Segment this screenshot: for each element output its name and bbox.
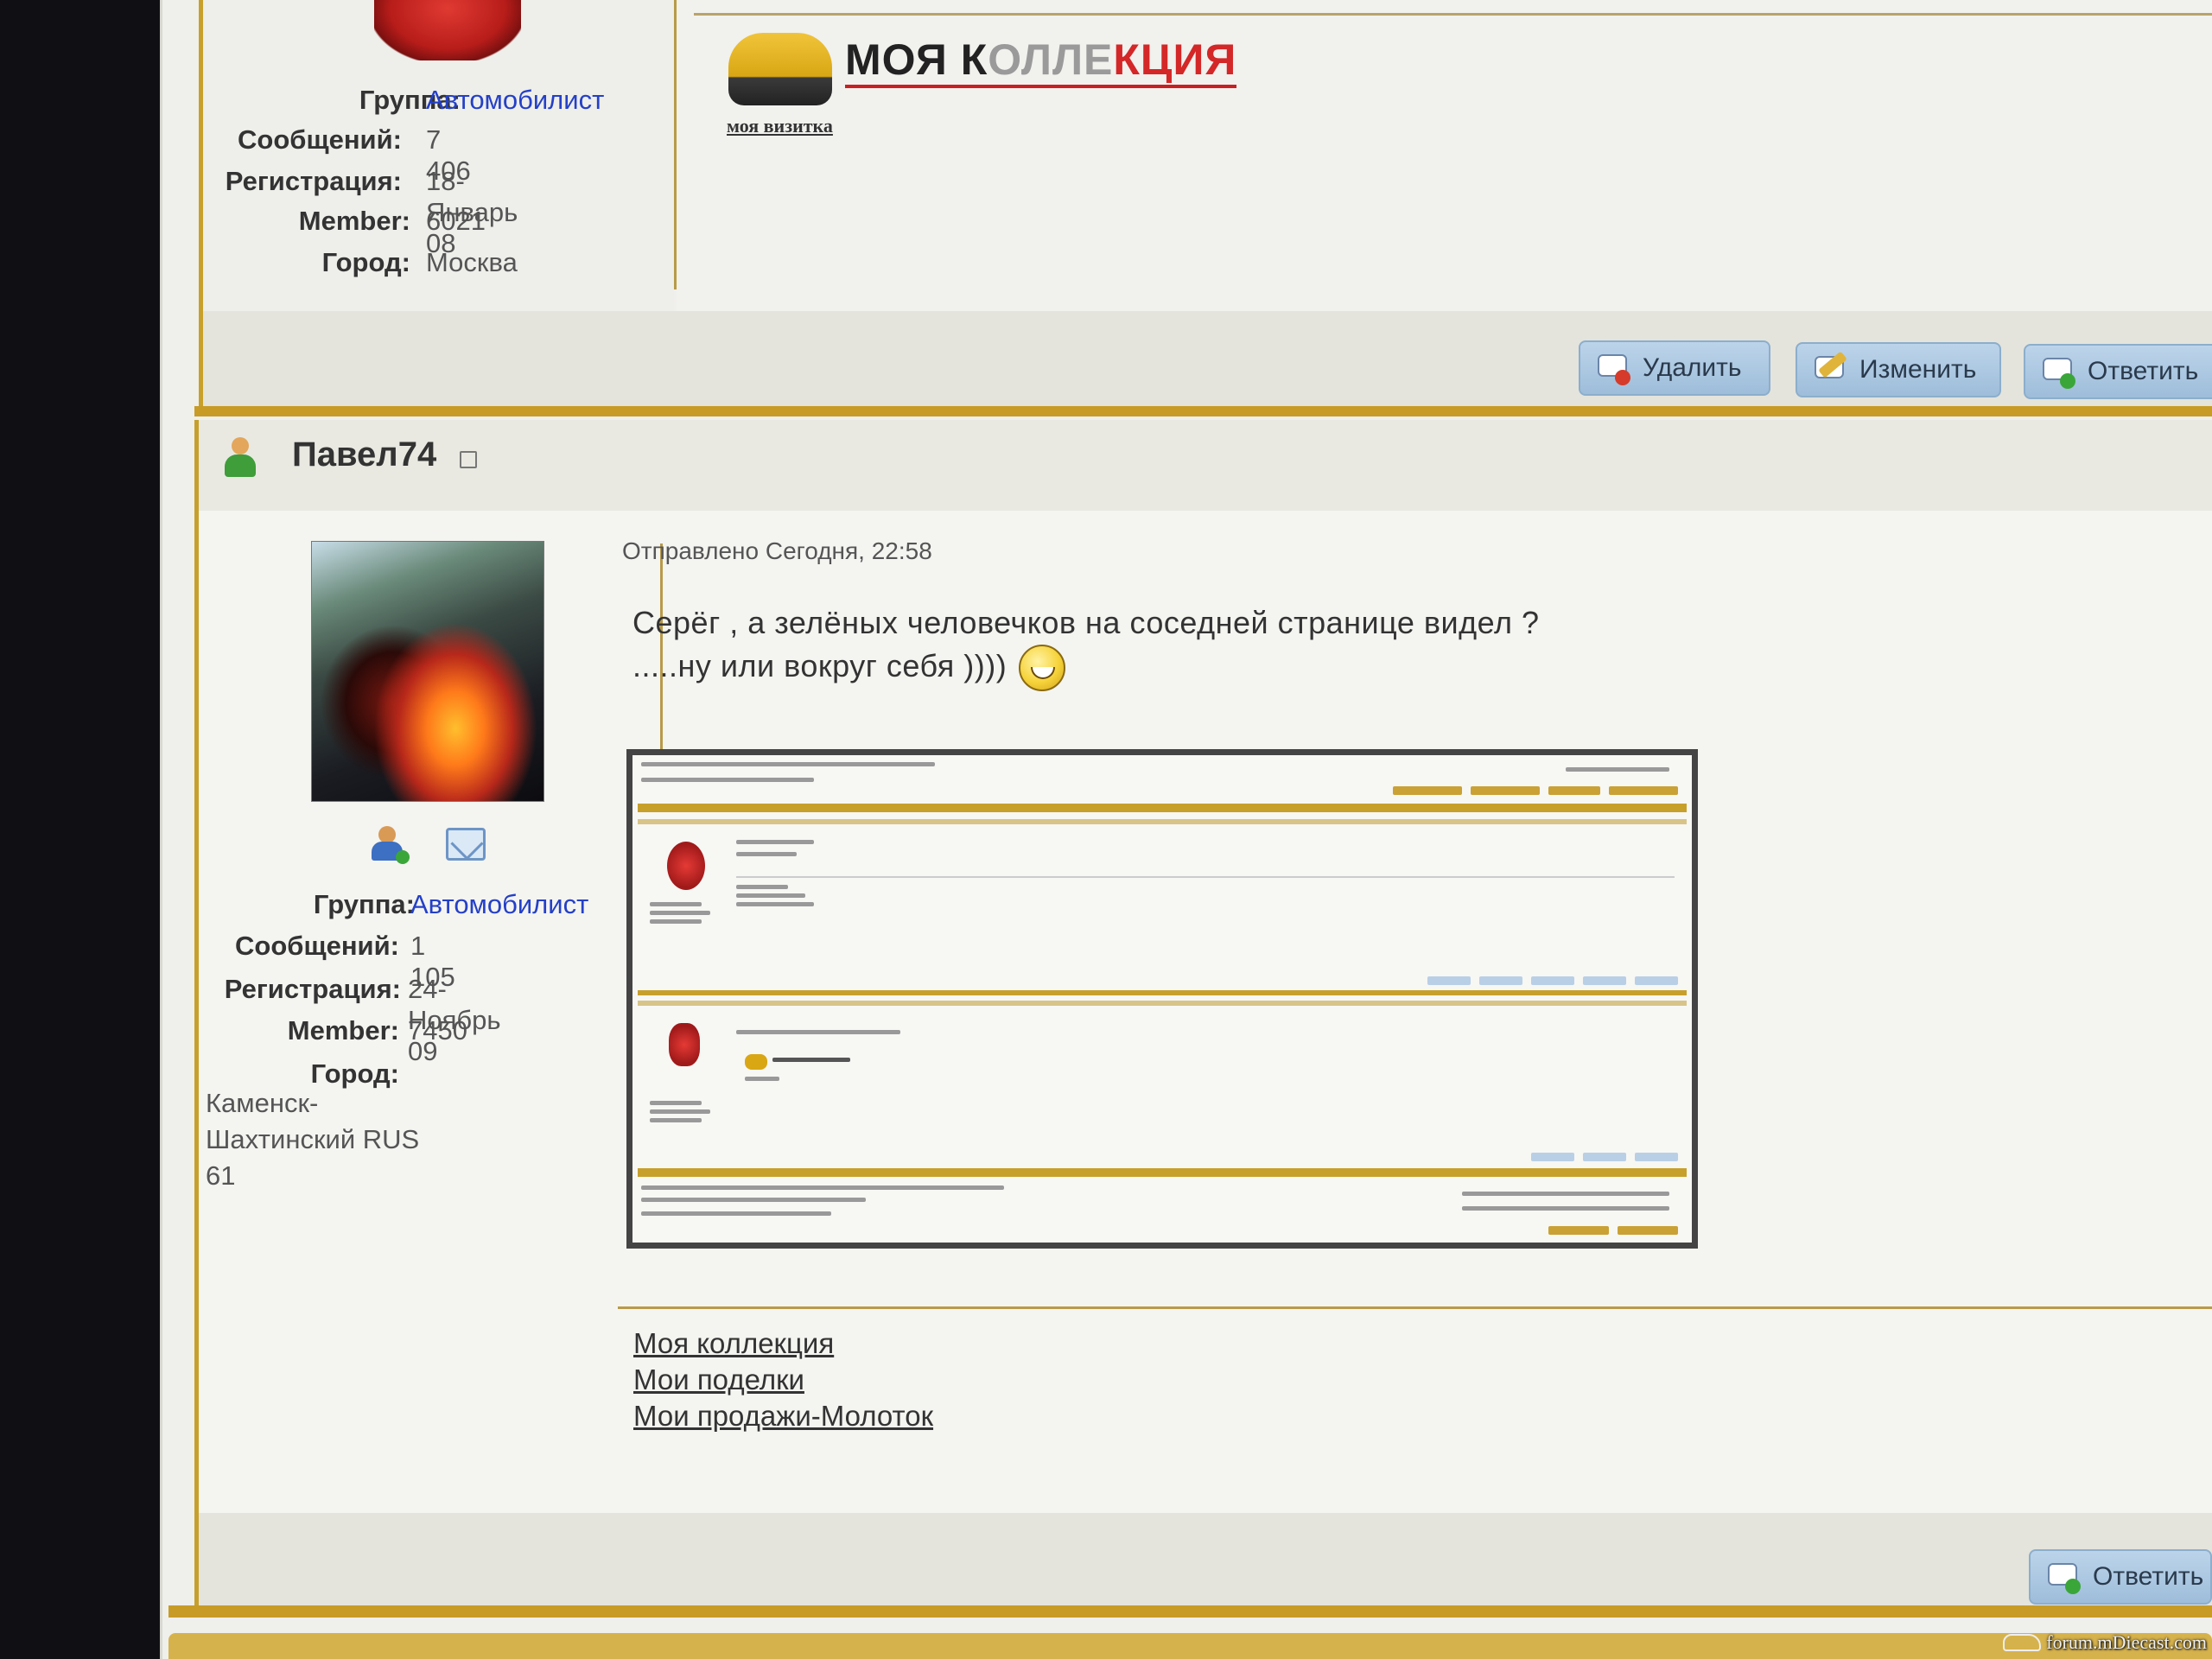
registration-label: Регистрация: bbox=[224, 974, 401, 1004]
reply-icon bbox=[2041, 354, 2075, 389]
car-logo-icon bbox=[2003, 1634, 2042, 1651]
user-avatar bbox=[374, 0, 521, 60]
previous-post-content: МОЯ КОЛЛЕКЦИЯ моя визитка bbox=[677, 0, 2212, 311]
banner-text-part: КЦИЯ bbox=[1113, 35, 1237, 84]
post-author-name[interactable]: Павел74 bbox=[292, 435, 436, 474]
city-value: Москва bbox=[426, 247, 518, 277]
post-content: Отправлено Сегодня, 22:58 Серёг , а зелё… bbox=[609, 511, 2212, 1432]
city-value: Каменск- Шахтинский RUS 61 bbox=[206, 1085, 419, 1194]
previous-post-user-panel: Группа: Автомобилист Сообщений: 7 406 Ре… bbox=[203, 0, 674, 311]
pencil-icon bbox=[1813, 351, 1847, 387]
post-separator bbox=[194, 406, 2212, 416]
message-line: Серёг , а зелёных человечков на соседней… bbox=[632, 605, 1540, 640]
signature-links: Моя коллекция Мои поделки Мои продажи-Мо… bbox=[633, 1325, 933, 1434]
post-header: Павел74 bbox=[194, 420, 2212, 511]
delete-icon bbox=[1596, 351, 1630, 385]
add-friend-icon[interactable] bbox=[370, 826, 411, 864]
city-line: Шахтинский RUS bbox=[206, 1124, 420, 1154]
reply-button[interactable]: Ответить bbox=[2024, 344, 2212, 399]
member-number: 7450 bbox=[408, 1015, 467, 1046]
online-user-icon bbox=[221, 437, 259, 479]
registration-label: Регистрация: bbox=[225, 166, 402, 196]
attached-screenshot-image[interactable] bbox=[626, 749, 1698, 1249]
delete-button[interactable]: Удалить bbox=[1579, 340, 1770, 396]
group-link[interactable]: Автомобилист bbox=[410, 889, 588, 920]
banner-text-part: ОЛЛЕ bbox=[988, 35, 1114, 84]
reply-icon bbox=[2046, 1560, 2081, 1594]
banner-text-part: МОЯ К bbox=[845, 35, 988, 84]
post-timestamp: Отправлено Сегодня, 22:58 bbox=[622, 537, 932, 564]
reply-button[interactable]: Ответить bbox=[2029, 1549, 2212, 1605]
watermark-text: forum.mDiecast.com bbox=[2046, 1631, 2207, 1653]
city-line: Каменск- bbox=[206, 1088, 319, 1118]
messages-label: Сообщений: bbox=[238, 124, 402, 155]
site-watermark: forum.mDiecast.com bbox=[2003, 1631, 2207, 1654]
post-body: Группа: Автомобилист Сообщений: 1 105 Ре… bbox=[194, 511, 2212, 1513]
edit-button[interactable]: Изменить bbox=[1796, 342, 2001, 397]
link-my-crafts[interactable]: Мои поделки bbox=[633, 1362, 933, 1398]
post-actions: Ответить bbox=[194, 1513, 2212, 1605]
mail-icon[interactable] bbox=[446, 826, 487, 864]
laughing-smiley-icon bbox=[1019, 645, 1066, 692]
post-separator bbox=[168, 1605, 2212, 1618]
post-message: Серёг , а зелёных человечков на соседней… bbox=[632, 601, 1540, 692]
message-line: .....ну или вокруг себя )))) bbox=[632, 648, 1007, 683]
member-number: 6021 bbox=[426, 206, 486, 236]
signature-car-image[interactable] bbox=[728, 33, 832, 105]
group-label: Группа: bbox=[313, 889, 415, 919]
signature-business-card-link[interactable]: моя визитка bbox=[727, 115, 833, 137]
link-my-sales[interactable]: Мои продажи-Молоток bbox=[633, 1398, 933, 1434]
next-post-header bbox=[168, 1633, 2212, 1659]
signature-collection-banner[interactable]: МОЯ КОЛЛЕКЦИЯ bbox=[845, 35, 1237, 88]
delete-button-label: Удалить bbox=[1643, 353, 1742, 382]
messages-label: Сообщений: bbox=[235, 931, 399, 961]
previous-post-actions: Удалить Изменить Ответить bbox=[199, 311, 2212, 406]
group-link[interactable]: Автомобилист bbox=[426, 85, 604, 116]
reply-button-label: Ответить bbox=[2088, 357, 2199, 385]
content-divider bbox=[694, 13, 2212, 16]
city-line: 61 bbox=[206, 1160, 236, 1191]
reply-button-label: Ответить bbox=[2093, 1562, 2204, 1591]
signature-divider bbox=[618, 1306, 2212, 1309]
edit-button-label: Изменить bbox=[1859, 355, 1977, 384]
profile-link-icon[interactable] bbox=[460, 451, 477, 468]
link-my-collection[interactable]: Моя коллекция bbox=[633, 1325, 933, 1362]
city-label: Город: bbox=[321, 247, 410, 277]
user-avatar bbox=[311, 541, 544, 802]
member-label: Member: bbox=[298, 206, 410, 236]
member-label: Member: bbox=[287, 1015, 399, 1046]
